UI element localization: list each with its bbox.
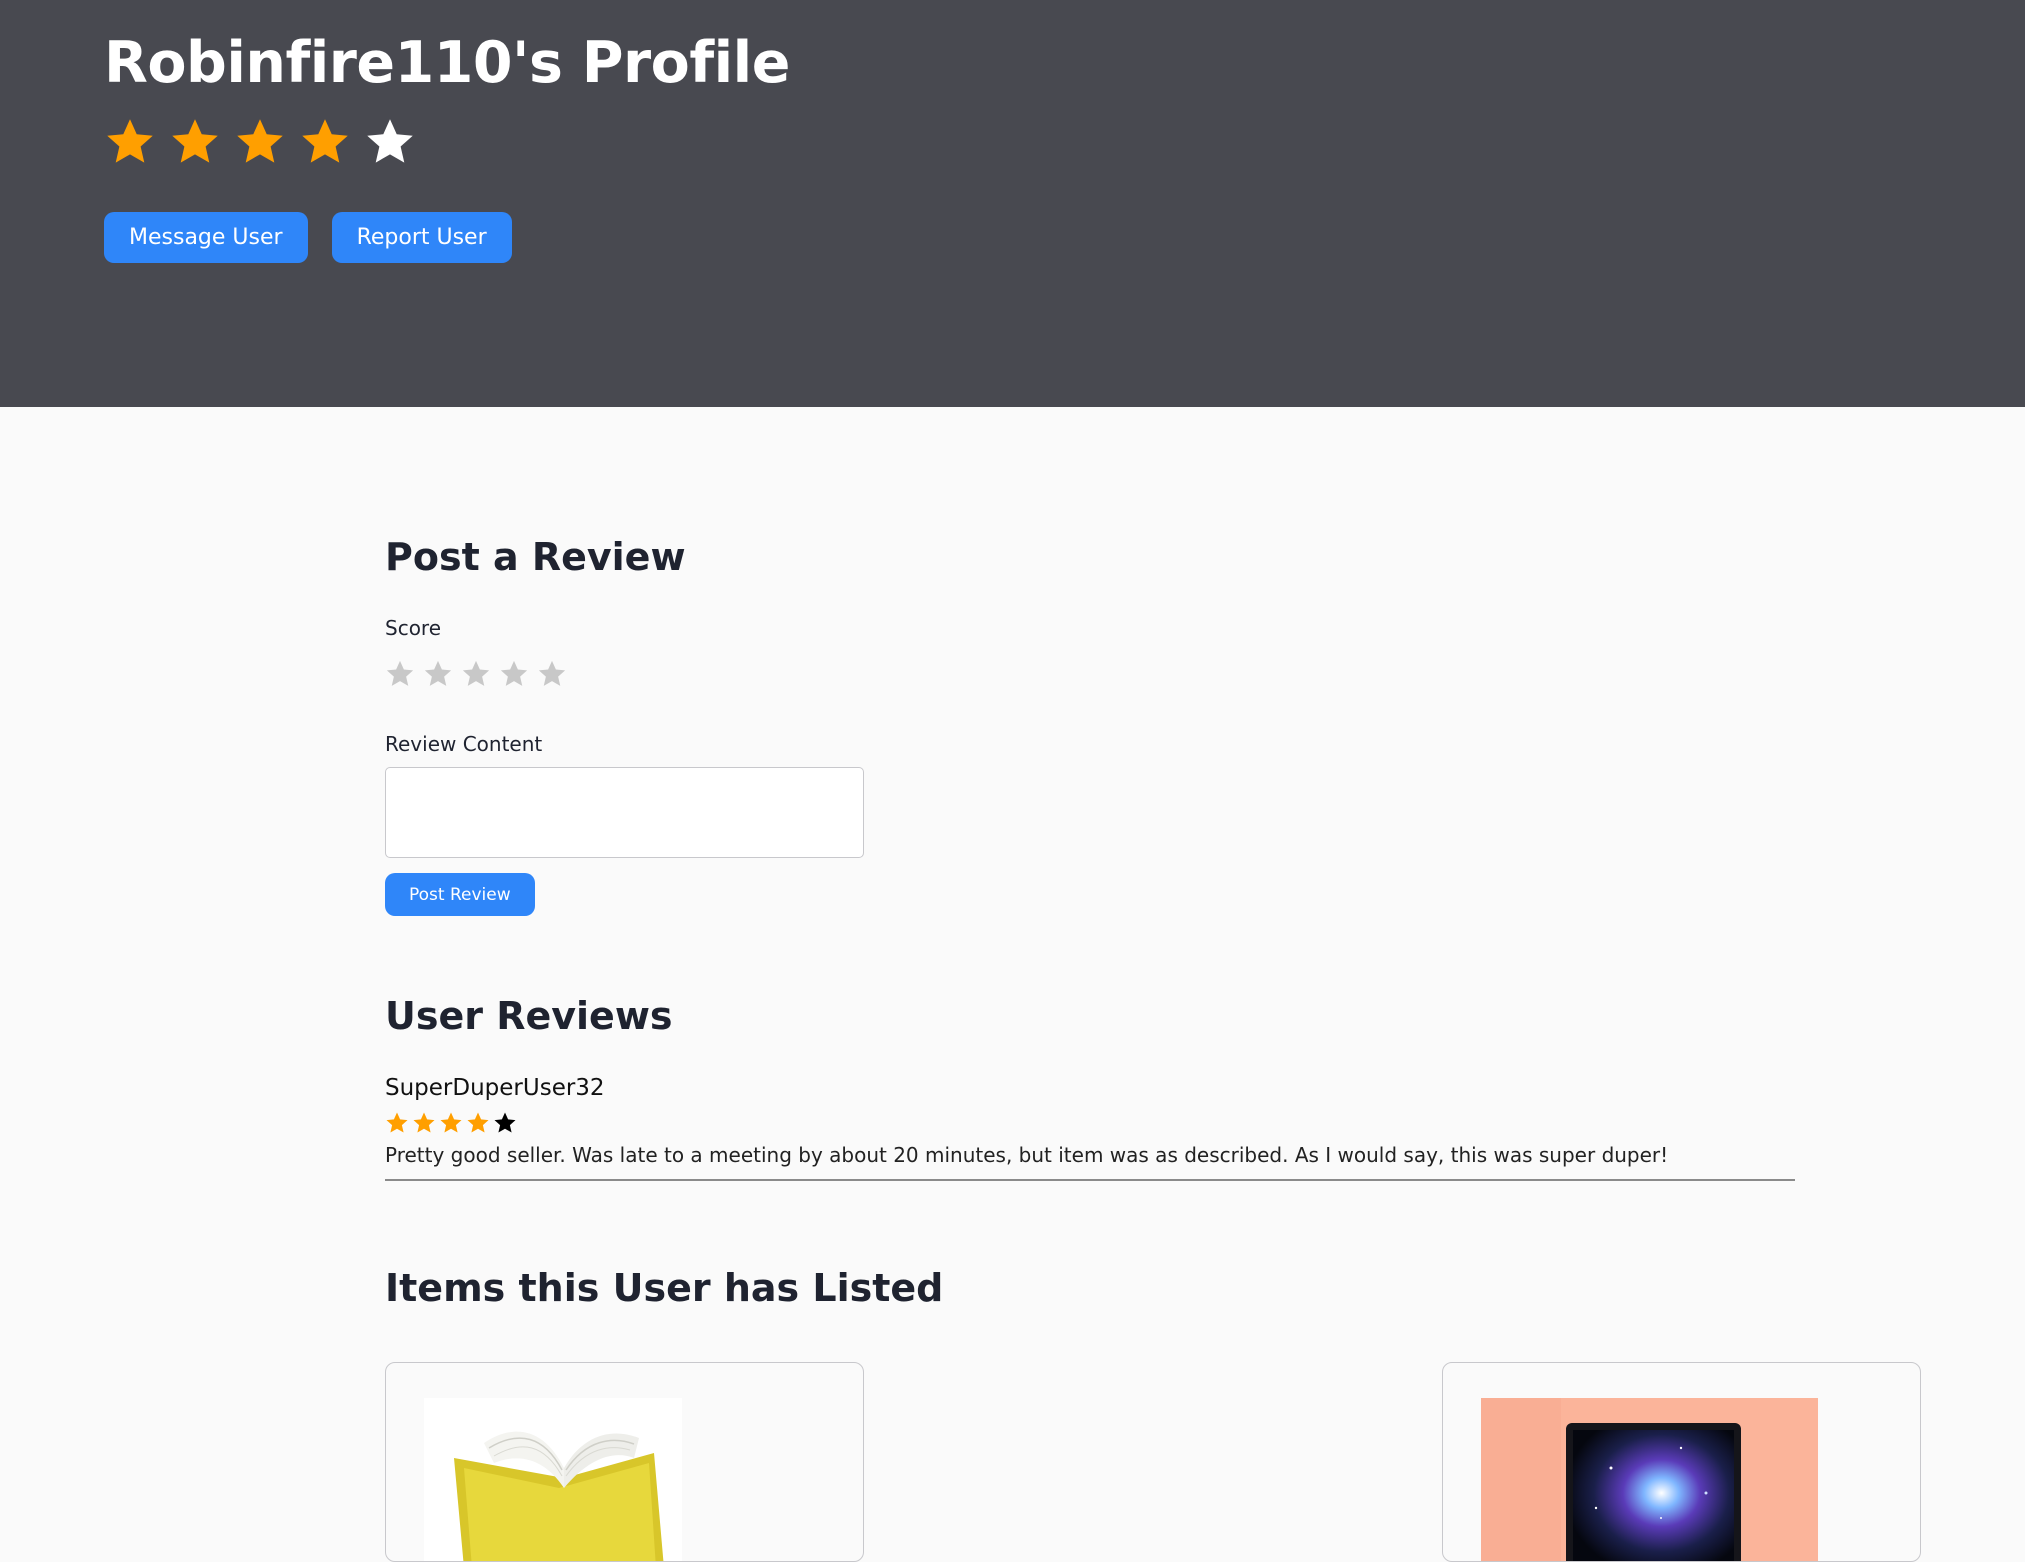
post-review-heading: Post a Review <box>385 535 686 579</box>
listed-items-heading: Items this User has Listed <box>385 1266 944 1310</box>
star-outline-icon[interactable] <box>385 659 415 689</box>
star-outline-icon[interactable] <box>461 659 491 689</box>
star-filled-icon <box>302 119 348 163</box>
score-rating-input[interactable] <box>385 659 567 689</box>
review-text: Pretty good seller. Was late to a meetin… <box>385 1143 1669 1167</box>
report-user-button[interactable]: Report User <box>331 212 512 263</box>
message-user-button[interactable]: Message User <box>104 212 308 263</box>
star-filled-icon <box>440 1112 462 1133</box>
laptop-galaxy-photo[interactable] <box>1481 1398 1818 1561</box>
star-filled-icon <box>172 119 218 163</box>
profile-header: Robinfire110's Profile Message User Repo… <box>0 0 2025 407</box>
star-empty-icon <box>494 1112 516 1133</box>
star-filled-icon <box>386 1112 408 1133</box>
listed-item-card[interactable] <box>1442 1362 1921 1562</box>
star-outline-icon[interactable] <box>423 659 453 689</box>
review-rating <box>385 1111 517 1135</box>
profile-rating <box>104 116 416 168</box>
post-review-button[interactable]: Post Review <box>385 873 535 916</box>
review-divider <box>385 1179 1795 1181</box>
star-filled-icon <box>413 1112 435 1133</box>
user-reviews-heading: User Reviews <box>385 994 673 1038</box>
star-outline-icon[interactable] <box>499 659 529 689</box>
star-empty-icon <box>367 119 413 163</box>
listed-item-card[interactable] <box>385 1362 864 1562</box>
laptop-image <box>1481 1398 1818 1561</box>
star-outline-icon[interactable] <box>537 659 567 689</box>
yellow-book-photo[interactable] <box>424 1398 682 1561</box>
review-content-label: Review Content <box>385 732 543 756</box>
star-filled-icon <box>107 119 153 163</box>
page-title: Robinfire110's Profile <box>104 30 790 96</box>
star-filled-icon <box>237 119 283 163</box>
book-image <box>424 1398 682 1561</box>
review-content-field[interactable] <box>385 767 864 858</box>
profile-actions: Message User Report User <box>104 212 512 263</box>
star-filled-icon <box>467 1112 489 1133</box>
review-author: SuperDuperUser32 <box>385 1075 605 1101</box>
score-label: Score <box>385 616 442 640</box>
